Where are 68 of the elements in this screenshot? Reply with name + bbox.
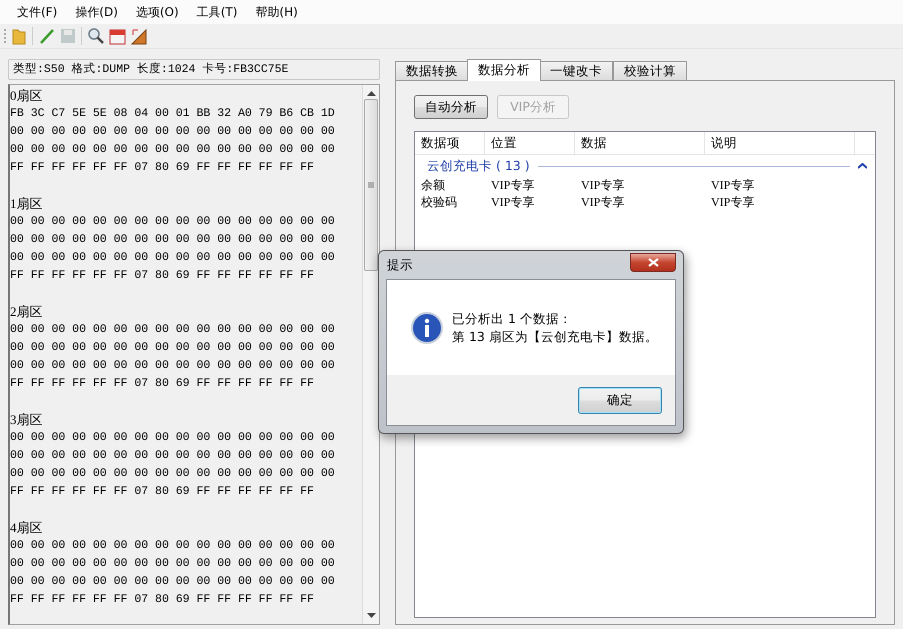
menu-item[interactable]: 选项(O)	[128, 2, 186, 22]
group-title[interactable]: 云创充电卡 ( 13 )	[427, 158, 530, 174]
table-cell-text: VIP专享	[490, 194, 536, 211]
hex-row-text: FF FF FF FF FF FF 07 80 69 FF FF FF FF FF FF	[10, 160, 315, 176]
hex-row-text: FF FF FF FF FF FF 07 80 69 FF FF FF FF FF FF	[10, 376, 315, 392]
sector-title: 1扇区	[10, 195, 44, 213]
dialog-message: 第 13 扇区为【云创充电卡】数据。	[452, 328, 658, 346]
hex-row-text: FF FF FF FF FF FF 07 80 69 FF FF FF FF FF FF	[10, 592, 315, 608]
hex-row-text: 00 00 00 00 00 00 00 00 00 00 00 00 00 00 00 00	[10, 538, 336, 554]
table-cell-text: VIP专享	[490, 177, 536, 194]
sector-title: 2扇区	[10, 303, 44, 321]
hex-row-text: 00 00 00 00 00 00 00 00 00 00 00 00 00 00 00 00	[10, 250, 336, 266]
hex-row-text: 00 00 00 00 00 00 00 00 00 00 00 00 00 00 00 00	[10, 214, 336, 230]
table-cell-text: VIP专享	[580, 194, 626, 211]
hex-row-text: 00 00 00 00 00 00 00 00 00 00 00 00 00 00 00 00	[10, 574, 336, 590]
hex-row-text: FF FF FF FF FF FF 07 80 69 FF FF FF FF FF FF	[10, 268, 315, 284]
tab[interactable]: 数据分析	[467, 59, 541, 81]
sector-title: 4扇区	[10, 519, 44, 537]
hex-row-text: 00 00 00 00 00 00 00 00 00 00 00 00 00 00 00 00	[10, 358, 336, 374]
scroll-bar[interactable]	[362, 85, 379, 624]
hex-view[interactable]	[8, 84, 380, 625]
table-cell-text: VIP专享	[710, 194, 756, 211]
menu-item[interactable]: 工具(T)	[190, 2, 244, 22]
calendar-icon[interactable]	[109, 28, 126, 44]
tab[interactable]: 校验计算	[613, 61, 687, 81]
close-icon	[648, 258, 658, 266]
hex-row-text: FB 3C C7 5E 5E 08 04 00 01 BB 32 A0 79 B6 CB 1D	[10, 106, 336, 122]
sector-title: 0扇区	[10, 87, 44, 105]
folder-icon[interactable]	[11, 27, 27, 45]
sector-title: 3扇区	[10, 411, 44, 429]
collapse-icon[interactable]	[858, 163, 867, 169]
column-header[interactable]: 说明	[705, 132, 855, 154]
hex-row-text: 00 00 00 00 00 00 00 00 00 00 00 00 00 00 00 00	[10, 466, 336, 482]
hex-row-text: 00 00 00 00 00 00 00 00 00 00 00 00 00 00 00 00	[10, 448, 336, 464]
pencil-icon[interactable]	[38, 27, 56, 45]
search-icon[interactable]	[87, 27, 105, 45]
scroll-down-icon[interactable]	[366, 612, 376, 618]
triangle-chart-icon[interactable]	[130, 27, 148, 45]
column-header[interactable]: 数据项	[415, 132, 485, 154]
menu-item[interactable]: 帮助(H)	[248, 2, 305, 22]
tab[interactable]: 一键改卡	[539, 61, 613, 81]
table-cell-text: VIP专享	[710, 177, 756, 194]
analyze-button[interactable]: 自动分析	[414, 95, 488, 119]
hex-row-text: 00 00 00 00 00 00 00 00 00 00 00 00 00 00 00 00	[10, 556, 336, 572]
column-header[interactable]: 数据	[575, 132, 705, 154]
scroll-thumb[interactable]	[364, 99, 378, 271]
table-cell-text: VIP专享	[580, 177, 626, 194]
dialog-message: 已分析出 1 个数据：	[452, 310, 573, 328]
hex-row-text: FF FF FF FF FF FF 07 80 69 FF FF FF FF FF FF	[10, 484, 315, 500]
hex-row-text: 00 00 00 00 00 00 00 00 00 00 00 00 00 00 00 00	[10, 124, 336, 140]
hex-row-text: 00 00 00 00 00 00 00 00 00 00 00 00 00 00 00 00	[10, 142, 336, 158]
hex-row-text: 00 00 00 00 00 00 00 00 00 00 00 00 00 00 00 00	[10, 232, 336, 248]
file-info-field[interactable]: 类型:S50 格式:DUMP 长度:1024 卡号:FB3CC75E	[8, 59, 380, 80]
hex-row-text: 00 00 00 00 00 00 00 00 00 00 00 00 00 00 00 00	[10, 322, 336, 338]
toolbar-grip-icon	[4, 27, 7, 45]
menu-item[interactable]: 文件(F)	[10, 2, 64, 22]
hex-row-text: 00 00 00 00 00 00 00 00 00 00 00 00 00 00 00 00	[10, 430, 336, 446]
info-icon	[411, 312, 443, 344]
table-cell-text: 校验码	[420, 194, 458, 211]
menu-item[interactable]: 操作(D)	[68, 2, 125, 22]
table-cell-text: 余额	[420, 177, 446, 194]
close-button[interactable]	[630, 252, 676, 272]
dialog-title: 提示	[386, 256, 413, 274]
column-header[interactable]: 位置	[485, 132, 575, 154]
ok-button[interactable]: 确定	[578, 386, 662, 414]
tab[interactable]: 数据转换	[395, 61, 469, 81]
scroll-up-icon[interactable]	[366, 91, 376, 97]
hex-row-text: 00 00 00 00 00 00 00 00 00 00 00 00 00 00 00 00	[10, 340, 336, 356]
